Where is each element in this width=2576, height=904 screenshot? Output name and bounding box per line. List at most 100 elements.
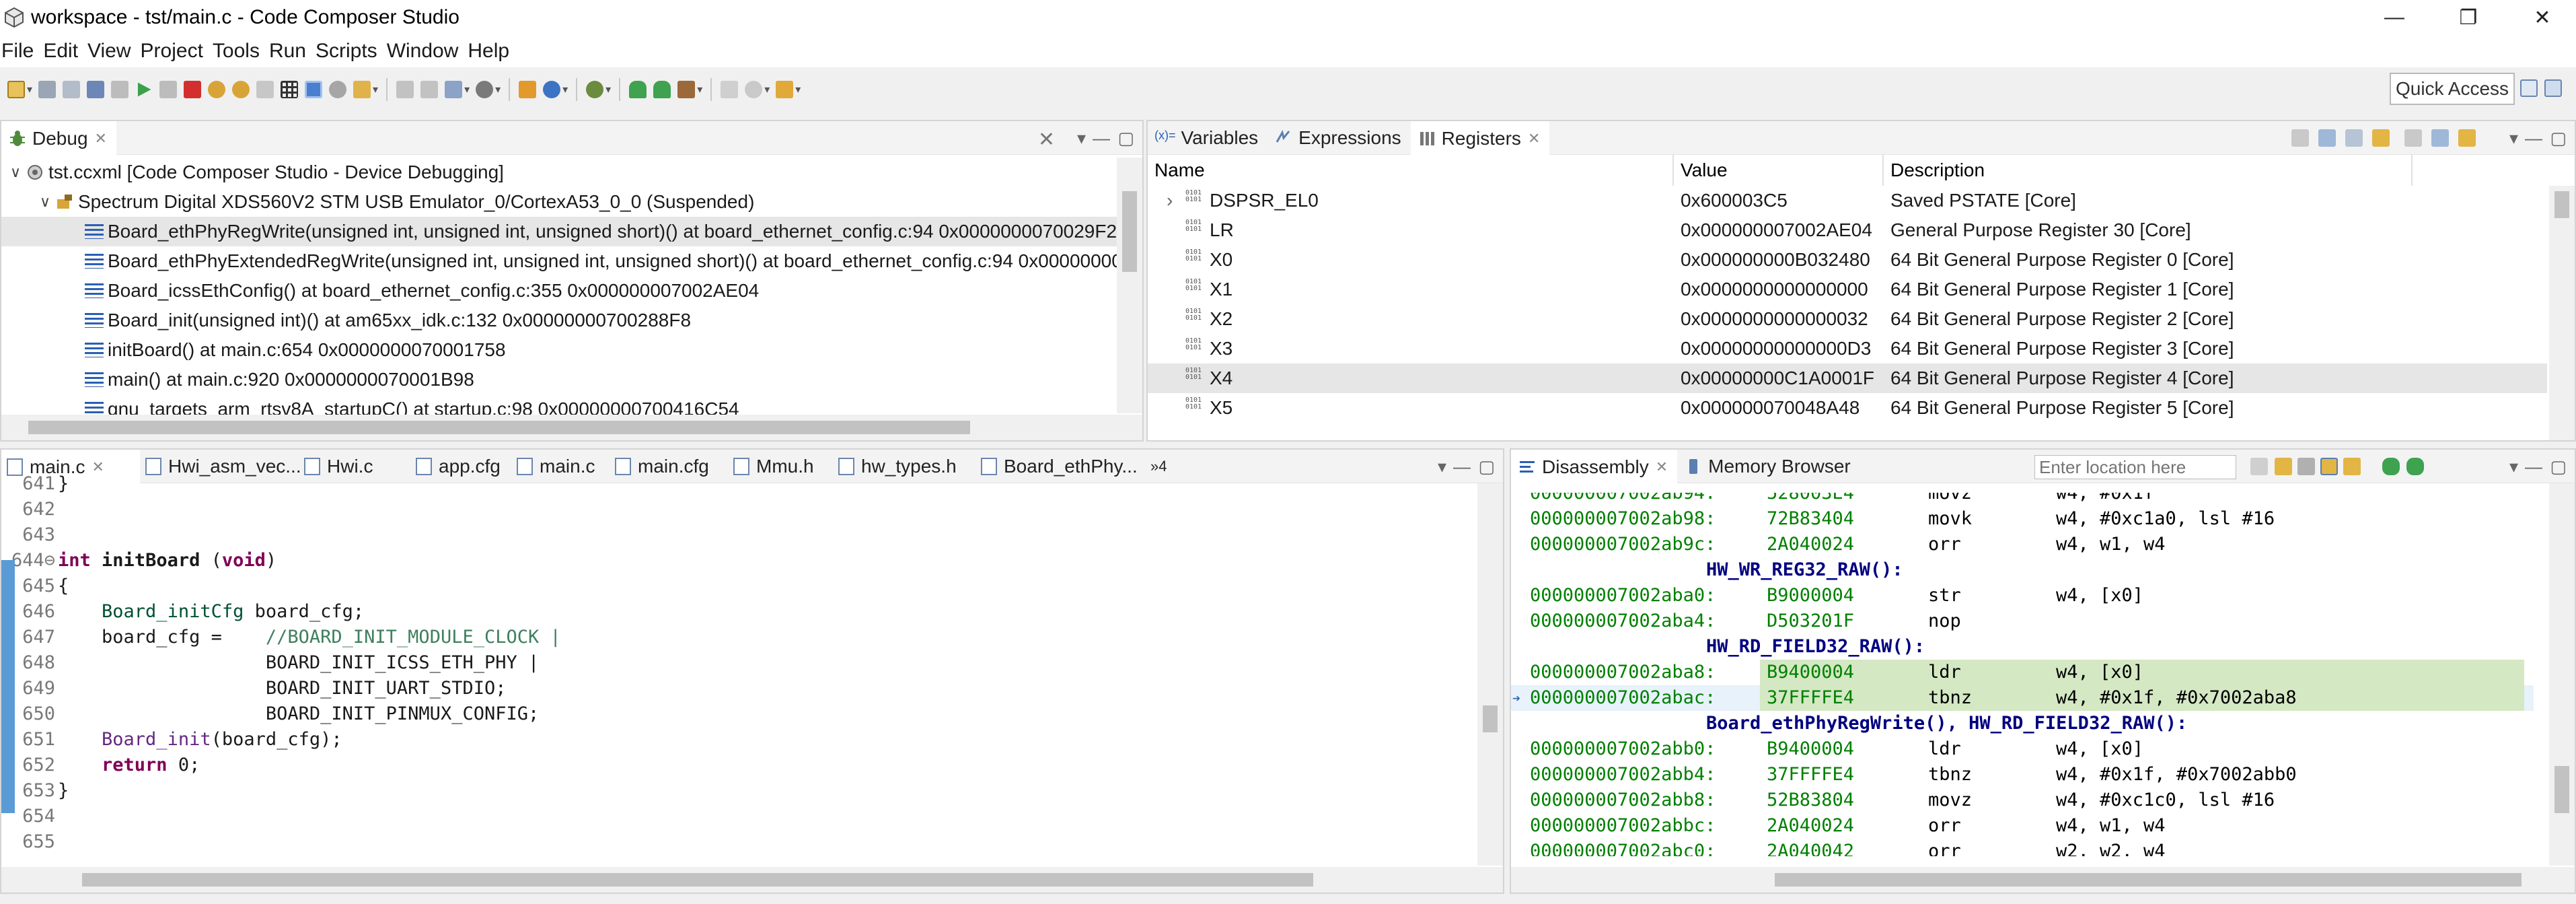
save-icon[interactable] bbox=[38, 81, 57, 98]
register-row[interactable]: 0101 0101 X4 0x00000000C1A0001F 64 Bit Gener… bbox=[1148, 363, 2547, 393]
tab-debug[interactable]: Debug ✕ bbox=[1, 121, 116, 155]
register-value[interactable]: 0x00000000000000D3 bbox=[1681, 338, 1871, 359]
tab-variables[interactable]: (x)= Variables bbox=[1148, 121, 1267, 155]
close-button[interactable]: ✕ bbox=[2509, 0, 2576, 35]
source-icon[interactable] bbox=[2343, 458, 2361, 475]
editor-tab[interactable]: Hwi.c bbox=[299, 450, 410, 483]
gear-dropdown-icon[interactable]: ▾ bbox=[605, 83, 611, 96]
scroll-thumb[interactable] bbox=[28, 421, 970, 434]
maximize-view-icon[interactable]: ▢ bbox=[1117, 128, 1134, 149]
code-editor[interactable]: 641} 642 643 644⊖ int initBoard (void) 645{64… bbox=[3, 473, 1476, 867]
print-icon[interactable] bbox=[87, 81, 105, 98]
debug-tree-row[interactable]: ∨ Spectrum Digital XDS560V2 STM USB Emula… bbox=[1, 187, 754, 217]
search-icon[interactable] bbox=[745, 81, 763, 98]
disassembly-label-row[interactable]: HW_RD_FIELD32_RAW(): bbox=[1511, 634, 2534, 660]
tab-memory-browser[interactable]: Memory Browser bbox=[1677, 450, 1860, 483]
register-row[interactable]: 0101 0101 X2 0x0000000000000032 64 Bit Gener… bbox=[1148, 304, 2547, 334]
register-value[interactable]: 0x0000000000000000 bbox=[1681, 279, 1868, 300]
disassembly-vertical-scrollbar[interactable] bbox=[2549, 483, 2575, 866]
maximize-view-icon[interactable]: ▢ bbox=[2550, 456, 2567, 477]
sync-icon[interactable] bbox=[2275, 458, 2292, 475]
view-menu-icon[interactable]: ▾ bbox=[1438, 456, 1446, 477]
maximize-view-icon[interactable]: ▢ bbox=[2550, 128, 2567, 149]
search-dropdown-icon[interactable]: ▾ bbox=[764, 83, 770, 96]
register-row[interactable]: 0101 0101 LR 0x000000007002AE04 General Purp… bbox=[1148, 215, 2547, 245]
layout-icon[interactable] bbox=[2345, 129, 2363, 147]
column-header-description[interactable]: Description bbox=[1884, 155, 2413, 186]
register-value[interactable]: 0x000000070048A48 bbox=[1681, 397, 1860, 419]
disassembly-row[interactable]: 000000007002abc0: 2A040042 orr w2, w2, w4 bbox=[1511, 839, 2534, 856]
debug-launch-icon[interactable] bbox=[519, 81, 537, 98]
gear-icon[interactable] bbox=[586, 81, 604, 98]
disassembly-listing[interactable]: 000000007002ab94: 528003E4 movz w4, #0x1f 00… bbox=[1511, 493, 2550, 856]
grid-icon[interactable] bbox=[281, 81, 299, 98]
scroll-thumb[interactable] bbox=[2554, 191, 2569, 218]
chevron-down-icon[interactable]: ∨ bbox=[35, 193, 55, 211]
menu-edit[interactable]: Edit bbox=[42, 40, 78, 63]
disassembly-row[interactable]: 000000007002ab94: 528003E4 movz w4, #0x1f bbox=[1511, 493, 2534, 506]
pause-icon[interactable] bbox=[159, 81, 178, 98]
tab-expressions[interactable]: Expressions bbox=[1267, 121, 1411, 155]
editor-tab[interactable]: Mmu.h bbox=[728, 450, 833, 483]
editor-tab[interactable]: main.c bbox=[511, 450, 610, 483]
minimize-view-icon[interactable]: — bbox=[2525, 128, 2542, 149]
view-menu-icon[interactable]: ▾ bbox=[1077, 128, 1086, 149]
column-header-name[interactable]: Name bbox=[1148, 155, 1674, 186]
disassembly-row[interactable]: 000000007002aba0: B9000004 str w4, [x0] bbox=[1511, 583, 2534, 609]
register-value[interactable]: 0x000000000B032480 bbox=[1681, 249, 1870, 271]
editor-tab[interactable]: Hwi_asm_vec... bbox=[140, 450, 301, 483]
disassembly-row[interactable]: 000000007002ab9c: 2A040024 orr w4, w1, w4 bbox=[1511, 532, 2534, 557]
debug-tree-row[interactable]: Board_icssEthConfig() at board_ethernet_… bbox=[1, 276, 759, 306]
column-header-value[interactable]: Value bbox=[1674, 155, 1884, 186]
collapse-all-icon[interactable] bbox=[2291, 129, 2309, 147]
location-input[interactable] bbox=[2034, 455, 2236, 479]
link-icon[interactable] bbox=[721, 81, 739, 98]
close-tab-icon[interactable]: ✕ bbox=[1656, 458, 1668, 476]
step-back-icon[interactable] bbox=[2406, 458, 2424, 475]
disassembly-row[interactable]: 000000007002ab98: 72B83404 movk w4, #0xc1a0… bbox=[1511, 506, 2534, 532]
step-into-icon[interactable] bbox=[208, 81, 226, 98]
close-tab-icon[interactable]: ✕ bbox=[91, 458, 104, 476]
register-row[interactable]: › 0101 0101 DSPSR_EL0 0x600003C5 Saved PSTATE… bbox=[1148, 186, 2547, 215]
menu-window[interactable]: Window bbox=[385, 40, 459, 63]
debug-vertical-scrollbar[interactable] bbox=[1117, 158, 1142, 413]
hammer-icon[interactable] bbox=[677, 81, 696, 98]
step-forward-icon[interactable] bbox=[2382, 458, 2400, 475]
editor-tab[interactable]: Board_ethPhy... bbox=[976, 450, 1144, 483]
disassembly-row[interactable]: 000000007002abbc: 2A040024 orr w4, w1, w4 bbox=[1511, 813, 2534, 839]
debug-tree-row[interactable]: ∨ tst.ccxml [Code Composer Studio - Devic… bbox=[1, 158, 504, 187]
chevron-down-icon[interactable]: ∨ bbox=[5, 164, 26, 181]
wand-icon[interactable] bbox=[776, 81, 794, 98]
register-value[interactable]: 0x00000000C1A0001F bbox=[1681, 368, 1874, 389]
disassembly-row[interactable]: ➔ 000000007002abac: 37FFFFE4 tbnz w4, #0x1f,… bbox=[1511, 685, 2534, 711]
settings-icon[interactable] bbox=[2458, 129, 2476, 147]
quick-access-field[interactable]: Quick Access bbox=[2390, 73, 2515, 105]
scroll-thumb[interactable] bbox=[1483, 705, 1498, 732]
scroll-thumb[interactable] bbox=[82, 873, 1313, 886]
home-icon[interactable] bbox=[2297, 458, 2315, 475]
step-return-icon[interactable] bbox=[256, 81, 274, 98]
new-view-icon[interactable] bbox=[2404, 129, 2422, 147]
view-menu-icon[interactable]: ▾ bbox=[2509, 128, 2518, 149]
register-row[interactable]: 0101 0101 X1 0x0000000000000000 64 Bit Gener… bbox=[1148, 275, 2547, 304]
editor-vertical-scrollbar[interactable] bbox=[1477, 483, 1503, 866]
maximize-view-icon[interactable]: ▢ bbox=[1478, 456, 1495, 477]
register-value[interactable]: 0x000000007002AE04 bbox=[1681, 219, 1872, 241]
terminate-icon[interactable] bbox=[184, 81, 202, 98]
new-dropdown-icon[interactable]: ▾ bbox=[27, 83, 32, 96]
open-perspective-icon[interactable] bbox=[2520, 79, 2538, 97]
menu-scripts[interactable]: Scripts bbox=[314, 40, 377, 63]
debug-tree-row[interactable]: main() at main.c:920 0x0000000070001B98 bbox=[1, 365, 474, 394]
debug-tree-row[interactable]: Board_ethPhyExtendedRegWrite(unsigned in… bbox=[1, 246, 1142, 276]
run-dropdown-icon[interactable]: ▾ bbox=[562, 83, 568, 96]
minimize-view-icon[interactable]: — bbox=[1453, 456, 1471, 477]
refresh-icon[interactable] bbox=[2318, 129, 2336, 147]
disassembly-label-row[interactable]: HW_WR_REG32_RAW(): bbox=[1511, 557, 2534, 583]
pin-icon[interactable] bbox=[2372, 129, 2390, 147]
debug-tree-row[interactable]: Board_init(unsigned int)() at am65xx_idk… bbox=[1, 306, 691, 335]
register-row[interactable]: 0101 0101 X0 0x000000000B032480 64 Bit Gener… bbox=[1148, 245, 2547, 275]
breakpoint-icon[interactable] bbox=[396, 81, 414, 98]
save-all-icon[interactable] bbox=[63, 81, 81, 98]
editor-tab[interactable]: hw_types.h bbox=[833, 450, 976, 483]
scroll-thumb[interactable] bbox=[1775, 873, 2522, 886]
